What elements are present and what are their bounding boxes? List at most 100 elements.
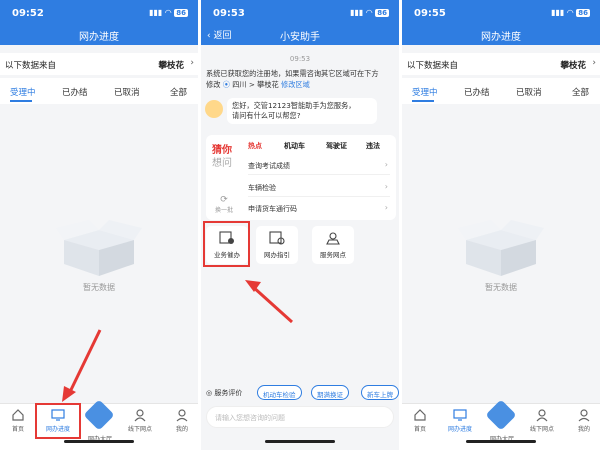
tab-completed[interactable]: 已办结 <box>464 86 490 98</box>
status-bar: 09:53 ▮▮▮ ◠ 86 <box>201 0 399 22</box>
phone-assistant: 09:53 ▮▮▮ ◠ 86 ‹ 返回 小安助手 09:53 系统已获取您的注册地… <box>201 0 399 450</box>
status-time: 09:53 <box>213 8 245 19</box>
nav-home[interactable]: 首页 <box>0 408 38 433</box>
status-bar: 09:52 ▮▮▮ ◠ 86 <box>0 0 198 22</box>
person-icon <box>536 409 548 422</box>
service-label: 网办指引 <box>264 251 290 259</box>
empty-box-icon <box>56 220 142 276</box>
status-tabs: 受理中 已办结 已取消 全部 <box>0 78 198 104</box>
system-message-text: 系统已获取您的注册地，如果需咨询其它区域可在下方 <box>206 69 379 78</box>
tab-processing[interactable]: 受理中 <box>412 86 438 98</box>
tab-all[interactable]: 全部 <box>170 86 187 98</box>
refresh-button[interactable]: ⟳ 换一批 <box>214 195 234 214</box>
quick-pill[interactable]: 期满换证 <box>311 385 349 400</box>
active-tab-underline <box>412 100 434 102</box>
quick-pill[interactable]: 新车上牌 <box>361 385 399 400</box>
battery-level: 86 <box>375 9 389 17</box>
tab-cancelled[interactable]: 已取消 <box>516 86 542 98</box>
signal-wifi-battery-icon: ▮▮▮ ◠ 86 <box>149 8 188 17</box>
outlet-person-icon <box>326 232 340 245</box>
nav-offline[interactable]: 线下网点 <box>522 408 562 433</box>
phone-progress-before: 09:52 ▮▮▮ ◠ 86 网办进度 以下数据来自 攀枝花 › 受理中 已办结 … <box>0 0 198 450</box>
monitor-icon <box>453 409 467 421</box>
status-time: 09:55 <box>414 8 446 19</box>
home-icon <box>12 409 24 421</box>
tab-vehicle[interactable]: 机动车 <box>284 141 305 151</box>
nav-mine[interactable]: 我的 <box>162 408 198 433</box>
service-label: 服务网点 <box>320 251 346 259</box>
page-title: 网办进度 <box>481 32 521 43</box>
status-tabs: 受理中 已办结 已取消 全部 <box>402 78 600 104</box>
nav-offline[interactable]: 线下网点 <box>120 408 160 433</box>
nav-mine-label: 我的 <box>577 426 590 433</box>
hall-diamond-icon[interactable] <box>83 399 115 431</box>
header-bar: 09:52 ▮▮▮ ◠ 86 网办进度 <box>0 0 198 45</box>
faq-item[interactable]: 车辆检验 › <box>248 177 390 197</box>
service-guide-button[interactable]: 网办指引 <box>256 226 298 264</box>
nav-progress-label: 网办进度 <box>447 426 472 433</box>
faq-item-label: 车辆检验 <box>248 184 276 192</box>
nav-mine-label: 我的 <box>175 426 188 433</box>
quick-pill[interactable]: 机动车检验 <box>257 385 302 400</box>
empty-box-icon <box>458 220 544 276</box>
header-bar: 09:55 ▮▮▮ ◠ 86 网办进度 <box>402 0 600 45</box>
empty-state-text: 暂无数据 <box>83 283 115 292</box>
nav-offline-label: 线下网点 <box>529 426 554 433</box>
nav-mine[interactable]: 我的 <box>564 408 600 433</box>
nav-offline-label: 线下网点 <box>127 426 152 433</box>
chat-timestamp: 09:53 <box>289 55 311 63</box>
greeting-line-2: 请问有什么可以帮您? <box>232 111 301 120</box>
home-indicator <box>64 440 134 443</box>
faq-item[interactable]: 申请货车通行码 › <box>248 198 390 218</box>
edit-region-link[interactable]: 修改区域 <box>281 80 310 89</box>
location-text: 四川 > 攀枝花 <box>232 80 279 89</box>
header-bar: 09:53 ▮▮▮ ◠ 86 ‹ 返回 小安助手 <box>201 0 399 45</box>
person-icon <box>134 409 146 422</box>
tab-violation[interactable]: 违法 <box>366 141 380 151</box>
question-input[interactable]: 请输入您想咨询的问题 <box>206 406 394 428</box>
nav-progress-label: 网办进度 <box>45 426 70 433</box>
service-eval-button[interactable]: ◎ 服务评价 <box>206 388 242 398</box>
signal-wifi-battery-icon: ▮▮▮ ◠ 86 <box>350 8 389 17</box>
tab-processing[interactable]: 受理中 <box>10 86 36 98</box>
tab-license[interactable]: 驾驶证 <box>326 141 347 151</box>
tab-cancelled[interactable]: 已取消 <box>114 86 140 98</box>
chevron-right-icon: › <box>384 203 388 212</box>
hall-diamond-icon[interactable] <box>485 399 517 431</box>
page-title: 小安助手 <box>280 32 320 43</box>
highlight-box <box>203 221 250 267</box>
status-time: 09:52 <box>12 8 44 19</box>
home-indicator <box>466 440 536 443</box>
data-source-bar[interactable]: 以下数据来自 攀枝花 › <box>0 53 198 75</box>
faq-item-label: 申请货车通行码 <box>248 205 297 213</box>
phone-progress-after: 09:55 ▮▮▮ ◠ 86 网办进度 以下数据来自 攀枝花 › 受理中 已办结 … <box>402 0 600 450</box>
greeting-line-1: 您好，交管12123智能助手为您服务， <box>232 101 356 110</box>
data-source-city: 攀枝花 <box>158 61 184 71</box>
nav-home[interactable]: 首页 <box>402 408 440 433</box>
tab-hot[interactable]: 热点 <box>248 141 262 151</box>
nav-progress[interactable]: 网办进度 <box>38 408 78 433</box>
page-title: 网办进度 <box>79 32 119 43</box>
monitor-icon <box>51 409 65 421</box>
nav-home-label: 首页 <box>413 426 426 433</box>
tab-all[interactable]: 全部 <box>572 86 589 98</box>
bot-greeting-bubble: 您好，交管12123智能助手为您服务， 请问有什么可以帮您? <box>227 98 377 124</box>
signal-wifi-battery-icon: ▮▮▮ ◠ 86 <box>551 8 590 17</box>
faq-item[interactable]: 查询考试成绩 › <box>248 155 390 175</box>
eval-label: 服务评价 <box>214 389 243 397</box>
tab-completed[interactable]: 已办结 <box>62 86 88 98</box>
refresh-label: 换一批 <box>214 207 233 214</box>
empty-state-text: 暂无数据 <box>485 283 517 292</box>
nav-home-label: 首页 <box>11 426 24 433</box>
active-tab-underline <box>10 100 32 102</box>
data-source-bar[interactable]: 以下数据来自 攀枝花 › <box>402 53 600 75</box>
refresh-icon: ⟳ <box>220 195 228 205</box>
nav-progress[interactable]: 网办进度 <box>440 408 480 433</box>
chevron-right-icon: › <box>384 160 388 169</box>
data-source-city: 攀枝花 <box>560 61 586 71</box>
bot-avatar <box>205 100 223 118</box>
document-guide-icon <box>269 231 285 245</box>
chevron-right-icon: › <box>592 58 596 68</box>
service-outlet-button[interactable]: 服务网点 <box>312 226 354 264</box>
faq-item-label: 查询考试成绩 <box>248 162 290 170</box>
